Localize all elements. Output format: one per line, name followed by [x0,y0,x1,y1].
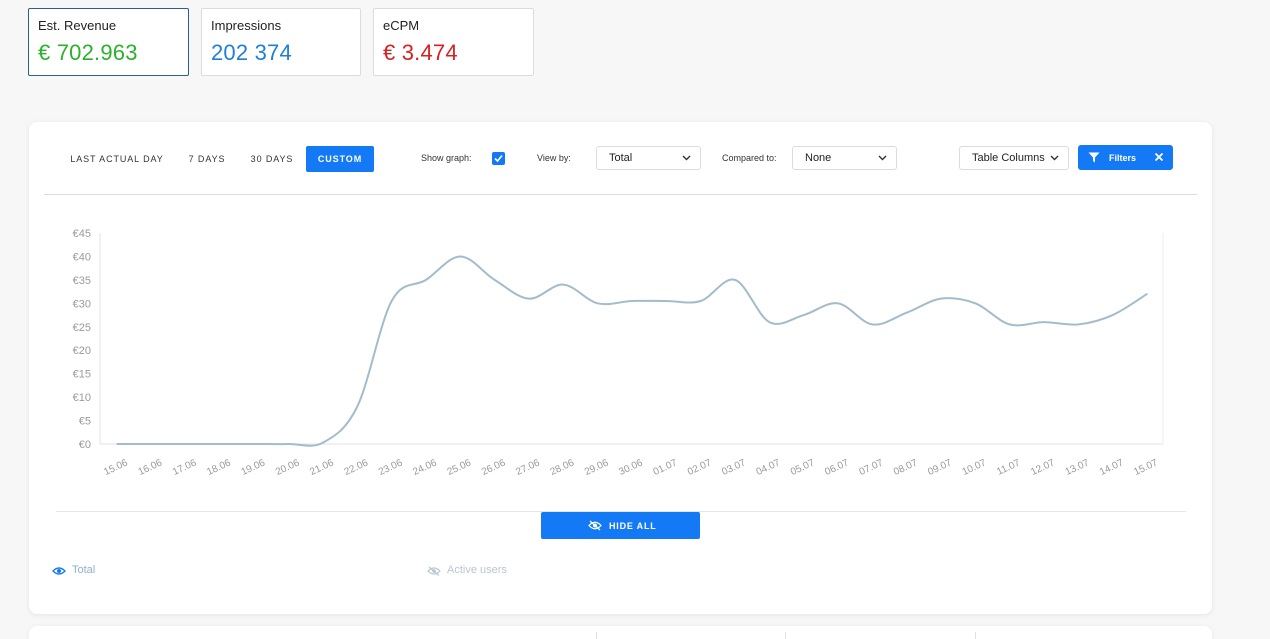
y-tick-label: €30 [73,298,91,310]
x-tick-label: 07.07 [858,457,886,478]
legend-label: Total [72,564,96,576]
x-tick-label: 15.06 [102,457,130,478]
data-point [1043,321,1045,323]
x-tick-label: 27.06 [514,457,542,478]
x-tick-label: 18.06 [205,457,233,478]
x-tick-label: 14.07 [1098,457,1126,478]
series-line-total [117,255,1148,447]
data-point [425,279,427,281]
data-point [699,300,702,302]
y-tick-label: €0 [79,439,91,451]
y-tick-label: €20 [73,345,91,357]
y-tick-label: €45 [73,228,91,240]
data-point [562,283,565,286]
data-point [665,300,668,302]
y-tick-label: €25 [73,322,91,334]
data-point [493,279,496,281]
x-tick-label: 10.07 [961,457,989,478]
table-panel [29,626,1212,639]
x-tick-label: 16.06 [137,457,165,478]
kpi-value: 202 374 [211,40,292,65]
kpi-card-impressions[interactable]: Impressions 202 374 [201,8,361,76]
x-tick-label: 22.06 [343,457,371,478]
kpi-label: eCPM [383,18,420,33]
legend-label: Active users [447,564,507,576]
x-tick-label: 03.07 [720,457,748,478]
eye-icon [52,567,66,575]
y-tick-label: €35 [73,275,91,287]
data-point [287,443,290,445]
x-tick-label: 11.07 [995,457,1022,477]
x-tick-label: 21.06 [308,457,336,478]
x-tick-label: 25.06 [446,457,474,478]
y-tick-label: €15 [73,369,91,381]
x-tick-label: 09.07 [926,457,954,478]
x-tick-label: 13.07 [1064,457,1092,478]
x-tick-label: 17.06 [171,457,199,478]
data-point [1077,323,1080,326]
kpi-label: Impressions [211,18,282,33]
data-point [253,443,256,445]
data-point [734,279,736,281]
x-tick-label: 06.07 [823,457,851,478]
x-tick-label: 04.07 [755,457,783,478]
data-point [356,405,359,408]
x-tick-label: 08.07 [892,457,920,478]
eye-slash-icon [588,520,602,531]
data-point [184,443,187,445]
hide-all-button[interactable]: HIDE ALL [541,512,700,539]
data-point [596,302,599,305]
data-point [631,300,633,302]
x-tick-label: 12.07 [1029,457,1057,478]
eye-slash-icon [427,566,441,576]
hide-all-label: HIDE ALL [609,521,657,531]
revenue-line-chart: €0 €5 €10 €15 €20 €25 €30 €35 €40 €45 15.06 16.06 17… [73,228,1164,478]
data-point [837,302,839,305]
data-point [150,443,153,445]
x-tick-label: 01.07 [652,457,680,478]
x-tick-label: 20.06 [274,457,302,478]
kpi-card-revenue[interactable]: Est. Revenue € 702.963 [28,8,189,76]
data-point [768,321,771,323]
data-point [528,297,530,300]
x-tick-label: 15.07 [1132,457,1160,478]
x-tick-label: 26.06 [480,457,508,478]
kpi-value: € 702.963 [38,40,138,65]
x-tick-label: 29.06 [583,457,611,478]
y-tick-label: €5 [79,416,91,428]
kpi-label: Est. Revenue [38,18,117,33]
x-tick-label: 19.06 [240,457,268,478]
x-tick-label: 30.06 [617,457,645,478]
column-divider [975,632,976,639]
x-tick-label: 24.06 [411,457,439,478]
data-point [940,297,942,300]
data-point [802,314,805,316]
x-tick-label: 28.06 [549,457,577,478]
kpi-card-ecpm[interactable]: eCPM € 3.474 [373,8,534,76]
data-point [905,311,908,314]
x-tick-label: 23.06 [377,457,405,478]
column-divider [785,632,786,639]
data-point [1008,323,1011,326]
data-point [116,443,118,445]
x-tick-label: 02.07 [686,457,714,478]
x-tick-label: 05.07 [789,457,817,478]
kpi-value: € 3.474 [383,40,458,65]
column-divider [596,632,597,639]
data-point [459,255,462,258]
y-tick-label: €40 [73,251,91,263]
data-point [322,441,324,444]
data-point [219,443,221,445]
data-point [974,302,977,305]
data-point [871,323,874,326]
data-point [390,300,393,302]
data-point [1111,314,1114,316]
y-tick-label: €10 [73,392,91,404]
report-panel: LAST ACTUAL DAY 7 DAYS 30 DAYS CUSTOM Sh… [29,122,1212,614]
data-point [1146,293,1148,295]
